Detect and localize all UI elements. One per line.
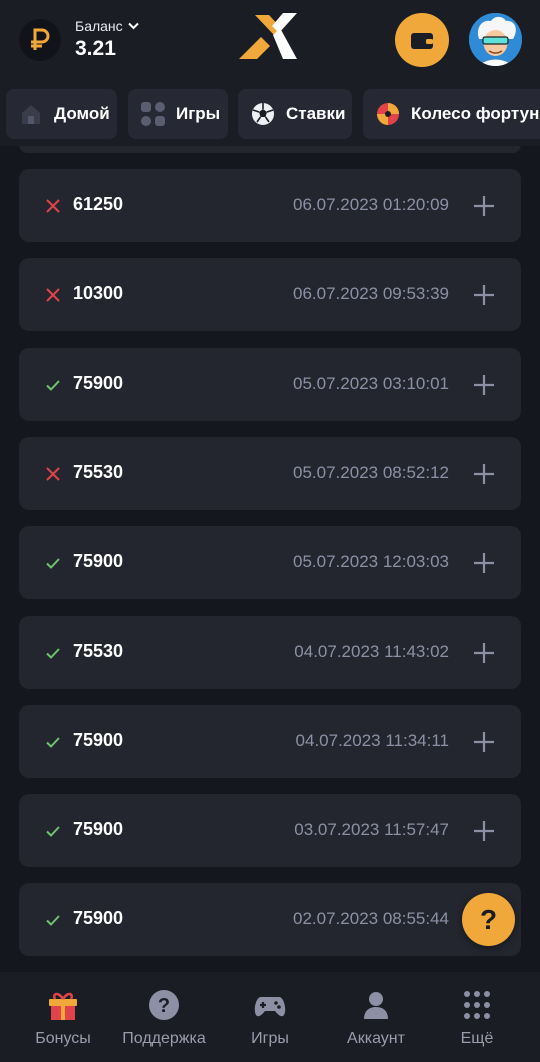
help-circle-icon: ? xyxy=(149,990,179,1020)
transaction-amount: 75900 xyxy=(73,730,124,750)
nav-home[interactable]: Домой xyxy=(6,89,117,139)
transaction-amount: 10300 xyxy=(73,283,124,303)
transaction-amount: 75530 xyxy=(73,641,124,661)
expand-plus-icon[interactable] xyxy=(473,552,495,574)
gift-icon xyxy=(49,992,77,1020)
transaction-amount: 75900 xyxy=(73,908,124,928)
list-item[interactable]: 75900 02.07.2023 08:55:44 xyxy=(19,883,521,956)
list-item[interactable]: 75900 05.07.2023 12:03:03 xyxy=(19,526,521,599)
cross-icon xyxy=(46,467,60,481)
tab-support[interactable]: ? Поддержка xyxy=(110,972,218,1062)
home-icon xyxy=(22,105,40,124)
transaction-list: 61250 06.07.2023 01:20:09 10300 06.07.2023 … xyxy=(0,146,540,972)
app: Баланс 3.21 Домой Игры Ставки Колесо фор… xyxy=(0,0,540,1062)
top-header: Баланс 3.21 xyxy=(0,0,540,80)
nav-bets[interactable]: Ставки xyxy=(238,89,352,139)
list-item[interactable]: 75900 05.07.2023 03:10:01 xyxy=(19,348,521,421)
list-item[interactable]: 75530 04.07.2023 11:43:02 xyxy=(19,616,521,689)
nav-home-label: Домой xyxy=(54,104,110,123)
list-item-partial xyxy=(19,146,521,153)
tab-games[interactable]: Игры xyxy=(216,972,324,1062)
check-icon xyxy=(46,558,60,569)
tab-more-label: Ещё xyxy=(460,1030,494,1047)
expand-plus-icon[interactable] xyxy=(473,642,495,664)
balance-label: Баланс xyxy=(75,18,123,34)
cross-icon xyxy=(46,288,60,302)
transaction-date: 06.07.2023 09:53:39 xyxy=(293,284,449,303)
expand-plus-icon[interactable] xyxy=(473,820,495,842)
logo-icon[interactable] xyxy=(237,11,299,61)
expand-plus-icon[interactable] xyxy=(473,374,495,396)
nav-games[interactable]: Игры xyxy=(128,89,228,139)
tab-games-label: Игры xyxy=(251,1030,289,1047)
svg-text:?: ? xyxy=(158,995,170,1017)
nav-fortune-wheel[interactable]: Колесо фортуны xyxy=(363,89,540,139)
category-nav: Домой Игры Ставки Колесо фортуны xyxy=(0,80,540,146)
list-item[interactable]: 75900 04.07.2023 11:34:11 xyxy=(19,705,521,778)
fortune-wheel-icon xyxy=(377,103,399,125)
transaction-date: 03.07.2023 11:57:47 xyxy=(294,820,449,839)
tab-bonuses-label: Бонусы xyxy=(35,1030,91,1047)
help-button-label: ? xyxy=(479,903,498,935)
avatar[interactable] xyxy=(469,13,522,66)
expand-plus-icon[interactable] xyxy=(473,284,495,306)
expand-plus-icon[interactable] xyxy=(473,195,495,217)
more-dots-icon xyxy=(464,991,490,1019)
chevron-down-icon xyxy=(127,22,139,30)
nav-games-label: Игры xyxy=(176,104,221,123)
tab-more[interactable]: Ещё xyxy=(423,972,531,1062)
expand-plus-icon[interactable] xyxy=(473,463,495,485)
soccer-ball-icon xyxy=(252,103,274,125)
transaction-date: 02.07.2023 08:55:44 xyxy=(293,909,449,928)
tab-account[interactable]: Аккаунт xyxy=(322,972,430,1062)
tab-bonuses[interactable]: Бонусы xyxy=(9,972,117,1062)
transaction-amount: 75900 xyxy=(73,373,124,393)
transaction-date: 04.07.2023 11:34:11 xyxy=(295,731,449,750)
list-item[interactable]: 75900 03.07.2023 11:57:47 xyxy=(19,794,521,867)
wallet-icon xyxy=(411,33,433,49)
list-item[interactable]: 61250 06.07.2023 01:20:09 xyxy=(19,169,521,242)
tab-account-label: Аккаунт xyxy=(347,1030,405,1047)
nav-fortune-wheel-label: Колесо фортуны xyxy=(411,104,540,123)
transaction-date: 05.07.2023 08:52:12 xyxy=(293,463,449,482)
check-icon xyxy=(46,915,60,926)
check-icon xyxy=(46,380,60,391)
transaction-date: 04.07.2023 11:43:02 xyxy=(294,642,449,661)
transaction-date: 06.07.2023 01:20:09 xyxy=(293,195,449,214)
gamepad-icon xyxy=(254,997,286,1017)
games-grid-icon xyxy=(141,102,165,126)
ruble-icon[interactable] xyxy=(19,19,61,61)
transaction-amount: 61250 xyxy=(73,194,124,214)
help-button[interactable]: ? xyxy=(462,893,515,946)
cross-icon xyxy=(46,199,60,213)
tab-support-label: Поддержка xyxy=(122,1030,206,1047)
transaction-date: 05.07.2023 03:10:01 xyxy=(293,374,449,393)
check-icon xyxy=(46,737,60,748)
transaction-date: 05.07.2023 12:03:03 xyxy=(293,552,449,571)
balance-value: 3.21 xyxy=(75,37,116,60)
balance-selector[interactable]: Баланс xyxy=(75,18,139,34)
transaction-amount: 75900 xyxy=(73,551,124,571)
user-icon xyxy=(364,992,388,1019)
check-icon xyxy=(46,648,60,659)
wallet-button[interactable] xyxy=(395,13,449,67)
list-item[interactable]: 10300 06.07.2023 09:53:39 xyxy=(19,258,521,331)
expand-plus-icon[interactable] xyxy=(473,731,495,753)
transaction-amount: 75530 xyxy=(73,462,124,482)
nav-bets-label: Ставки xyxy=(286,104,346,123)
check-icon xyxy=(46,826,60,837)
list-item[interactable]: 75530 05.07.2023 08:52:12 xyxy=(19,437,521,510)
transaction-amount: 75900 xyxy=(73,819,124,839)
bottom-nav: Бонусы ? Поддержка Игры Аккаунт Ещё xyxy=(0,972,540,1062)
